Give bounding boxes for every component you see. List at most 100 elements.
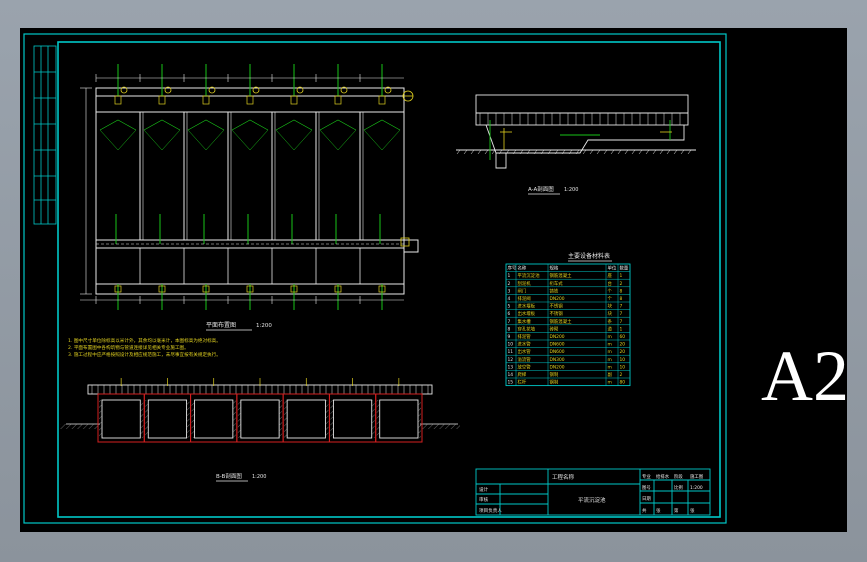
title-block-left-label: 审核 xyxy=(479,496,489,503)
table-cell: 7 xyxy=(620,319,623,325)
table-cell: 台 xyxy=(608,280,613,287)
table-cell: 1 xyxy=(620,273,623,279)
cad-viewport[interactable]: 平面布置图 1:200 1. 图中尺寸单位除标高以米计外，其余均以毫米计，本图标… xyxy=(20,28,847,532)
table-cell: 平流沉淀池 xyxy=(518,272,541,279)
title-block-cell: 1:200 xyxy=(690,485,703,491)
table-cell: 铸铁 xyxy=(550,287,559,294)
table-cell: 不锈钢 xyxy=(550,310,564,317)
table-cell: 11 xyxy=(508,349,514,355)
table-cell: DN200 xyxy=(550,334,565,340)
table-cell: DN200 xyxy=(550,364,565,370)
table-cell: 钢筋混凝土 xyxy=(550,318,573,325)
title-block-left-label: 项目负责人 xyxy=(479,507,502,514)
table-cell: 进水堰板 xyxy=(518,303,536,310)
section-bb-bay xyxy=(97,378,145,443)
table-cell: DN300 xyxy=(550,357,565,363)
title-block-cell: 图号 xyxy=(642,485,651,491)
table-cell: 钢制 xyxy=(550,371,559,378)
section-bb[interactable]: B-B剖面图 1:200 xyxy=(60,378,460,482)
table-cell: 溢流管 xyxy=(518,356,532,363)
table-cell: 钢筋混凝土 xyxy=(550,272,573,279)
table-cell: 刮泥机 xyxy=(518,280,532,287)
project-label: 工程名称 xyxy=(552,473,575,481)
table-cell: 10 xyxy=(620,357,626,363)
table-cell: m xyxy=(608,381,612,386)
section-aa[interactable]: A-A剖面图 1:200 xyxy=(456,94,696,195)
table-header-cell: 规格 xyxy=(550,265,559,272)
table-cell: DN200 xyxy=(550,296,565,302)
title-block[interactable]: 工程名称 平流沉淀池 设计审核项目负责人 专业 给排水 阶段 施工图图号 比例 1:200… xyxy=(475,468,711,516)
table-cell: DN600 xyxy=(550,342,565,348)
plan-scale: 1:200 xyxy=(256,323,272,329)
table-cell: 钢制 xyxy=(550,379,559,386)
table-cell: 进水管 xyxy=(518,341,532,348)
table-cell: 条 xyxy=(608,318,613,325)
equipment-table[interactable]: 主要设备材料表 序号 名称 规格 单位 数量1 平流沉淀池 钢筋混凝土座 12 刮泥机 桁车式台 2… xyxy=(505,252,631,387)
table-cell: 爬梯 xyxy=(518,371,527,378)
table-cell: 8 xyxy=(620,288,623,294)
table-cell: 块 xyxy=(608,310,613,317)
table-cell: m xyxy=(608,335,612,340)
section-aa-scale: 1:200 xyxy=(564,187,578,193)
note-line-1: 1. 图中尺寸单位除标高以米计外，其余均以毫米计，本图标高为绝对标高。 xyxy=(68,337,221,344)
table-cell: 10 xyxy=(620,364,626,370)
table-cell: 2 xyxy=(620,281,623,287)
drawing-name: 平流沉淀池 xyxy=(578,496,606,504)
table-cell: 穿孔花墙 xyxy=(518,325,536,332)
plan-bay xyxy=(139,64,181,310)
section-aa-title: A-A剖面图 xyxy=(528,185,554,193)
plan-bay xyxy=(95,64,137,310)
table-header-cell: 数量 xyxy=(620,265,629,272)
plan-title: 平面布置图 xyxy=(206,321,236,329)
table-cell: 80 xyxy=(620,380,626,386)
title-block-cell: 专业 xyxy=(642,473,651,480)
table-cell: 道 xyxy=(608,325,613,332)
general-notes: 1. 图中尺寸单位除标高以米计外，其余均以毫米计，本图标高为绝对标高。 2. 平… xyxy=(68,337,221,358)
title-block-cell: 比例 xyxy=(674,484,683,491)
table-cell: 闸门 xyxy=(518,287,527,294)
table-cell: 20 xyxy=(620,342,626,348)
table-cell: 2 xyxy=(508,281,511,287)
table-cell: 8 xyxy=(508,326,511,332)
table-cell: 14 xyxy=(508,372,514,378)
title-block-left-label: 设计 xyxy=(479,486,489,493)
table-cell: 块 xyxy=(608,303,613,310)
table-cell: 20 xyxy=(620,349,626,355)
plan-view[interactable]: 平面布置图 1:200 xyxy=(80,64,419,331)
table-cell: 60 xyxy=(620,334,626,340)
table-cell: m xyxy=(608,365,612,370)
table-cell: 砖砌 xyxy=(550,325,559,332)
section-bb-bay xyxy=(375,378,423,443)
table-cell: DN600 xyxy=(550,349,565,355)
equipment-table-title: 主要设备材料表 xyxy=(568,252,610,260)
table-cell: m xyxy=(608,358,612,363)
table-cell: 13 xyxy=(508,364,514,370)
table-cell: 排泥管 xyxy=(518,333,532,340)
table-cell: 7 xyxy=(620,304,623,310)
table-cell: 3 xyxy=(508,288,511,294)
table-cell: 个 xyxy=(608,288,613,294)
table-cell: 个 xyxy=(608,296,613,302)
table-cell: 12 xyxy=(508,357,514,363)
table-cell: 4 xyxy=(508,296,511,302)
plan-bay xyxy=(315,64,357,310)
table-cell: 排泥阀 xyxy=(518,295,531,302)
table-cell: 不锈钢 xyxy=(550,303,564,310)
section-bb-bay xyxy=(143,378,192,443)
title-block-cell: 阶段 xyxy=(674,473,683,480)
table-cell: 出水堰板 xyxy=(518,310,536,317)
title-block-cell: 张 xyxy=(656,507,661,514)
note-line-3: 3. 施工过程中应严格按照设计及相应规范施工，未尽事宜按有关规定执行。 xyxy=(68,351,221,358)
table-header-cell: 序号 xyxy=(508,265,517,272)
binding-strip xyxy=(33,45,57,225)
table-cell: m xyxy=(608,343,612,348)
title-block-cell: 张 xyxy=(690,507,695,514)
table-cell: 桁车式 xyxy=(550,280,564,287)
table-cell: 放空管 xyxy=(518,363,532,370)
title-block-cell: 施工图 xyxy=(690,473,704,480)
plan-bay xyxy=(227,64,269,310)
table-cell: 10 xyxy=(508,342,514,348)
title-block-cell: 第 xyxy=(674,507,679,514)
plan-bay xyxy=(359,64,401,310)
table-cell: 8 xyxy=(620,296,623,302)
